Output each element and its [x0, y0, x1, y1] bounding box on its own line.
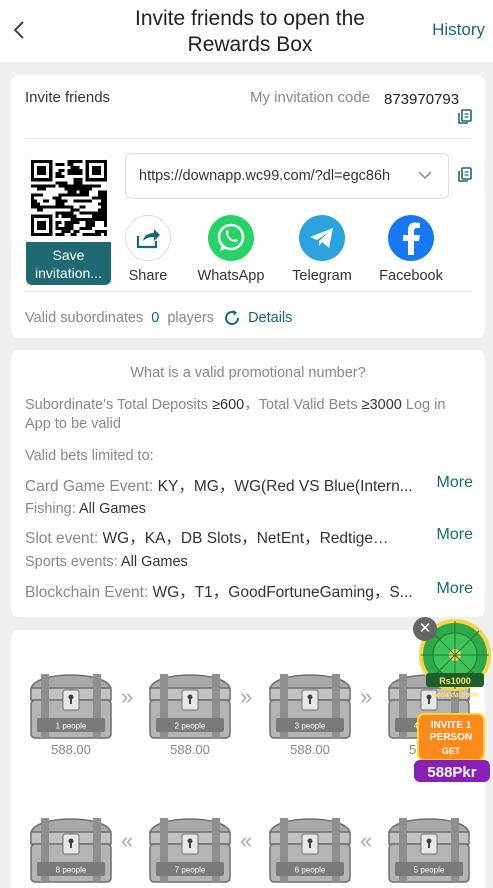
page-title-line1: Invite friends to open the: [135, 7, 365, 30]
reward-chest[interactable]: 6 people: [266, 808, 354, 884]
facebook-label: Facebook: [379, 268, 443, 284]
invite-promo-widget[interactable]: INVITE 1 PERSON GET 588Pkr: [412, 712, 493, 790]
fishing-row: Fishing: All Games: [25, 501, 471, 517]
qr-code: [26, 153, 111, 242]
divider: [25, 291, 471, 292]
divider: [25, 138, 471, 139]
valid-bets-limited-label: Valid bets limited to:: [25, 448, 154, 464]
details-link[interactable]: Details: [248, 310, 292, 326]
svg-text:2 people: 2 people: [175, 722, 206, 731]
svg-text:3 people: 3 people: [295, 722, 326, 731]
slot-row: Slot event: WG，KA，DB Slots，NetEnt，Redtig…: [25, 526, 471, 548]
lucky-wheel-label: Roda da Sorte: [431, 692, 479, 699]
reward-chest[interactable]: 2 people: [146, 664, 234, 740]
valid-subordinates-count: 0: [151, 310, 160, 326]
reward-chest[interactable]: 5 people: [385, 808, 473, 884]
whatsapp-icon: [208, 215, 254, 261]
sports-row: Sports events: All Games: [25, 554, 471, 570]
slot-label: Slot event:: [25, 530, 103, 547]
svg-text:7 people: 7 people: [175, 866, 206, 875]
slot-more-link[interactable]: More: [437, 526, 473, 544]
chevron-left-icon: «: [240, 828, 253, 853]
promo-amount: 588Pkr: [427, 764, 476, 781]
page-title-line2: Rewards Box: [187, 33, 313, 56]
card-game-row: Card Game Event: KY，MG，WG(Red VS Blue(In…: [25, 474, 471, 496]
svg-text:5 people: 5 people: [414, 866, 445, 875]
chevron-right-icon: »: [240, 684, 253, 709]
telegram-label: Telegram: [292, 268, 352, 284]
reward-chest[interactable]: 1 people: [27, 664, 115, 740]
fishing-label: Fishing:: [25, 501, 79, 517]
invite-card: Invite friends My invitation code 873970…: [11, 75, 485, 338]
back-arrow-icon[interactable]: [8, 18, 32, 42]
blockchain-more-link[interactable]: More: [437, 580, 473, 598]
facebook-icon: [388, 215, 434, 261]
facebook-button[interactable]: Facebook: [371, 215, 451, 284]
rules-title: What is a valid promotional number?: [130, 365, 366, 381]
invite-friends-label: Invite friends: [25, 89, 111, 106]
slot-value: WG，KA，DB Slots，NetEnt，Redtiger，B...: [102, 530, 393, 547]
invite-promo-banner: INVITE 1 PERSON GET 588Pkr: [414, 713, 490, 782]
page-title: Invite friends to open the Rewards Box: [100, 6, 400, 58]
chevron-left-icon: «: [121, 828, 134, 853]
history-link[interactable]: History: [432, 20, 485, 40]
share-label: Share: [128, 268, 168, 284]
whatsapp-label: WhatsApp: [197, 268, 265, 284]
rule-bets-value: ≥3000: [361, 397, 402, 413]
chevron-down-icon: [418, 171, 432, 180]
whatsapp-button[interactable]: WhatsApp: [191, 215, 271, 284]
telegram-button[interactable]: Telegram: [282, 215, 362, 284]
refresh-icon[interactable]: [222, 308, 242, 328]
invitation-code-label: My invitation code: [250, 89, 371, 106]
svg-text:6 people: 6 people: [295, 866, 326, 875]
blockchain-row: Blockchain Event: WG，T1，GoodFortuneGamin…: [25, 580, 471, 602]
sports-value: All Games: [120, 554, 188, 570]
reward-chest[interactable]: 7 people: [146, 808, 234, 884]
copy-link-icon[interactable]: [457, 167, 473, 183]
card-game-label: Card Game Event:: [25, 478, 158, 495]
chevron-right-icon: »: [360, 684, 373, 709]
svg-text:1 people: 1 people: [56, 722, 87, 731]
promo-line1: INVITE 1: [431, 720, 472, 731]
lucky-wheel-amount: Rs1000: [439, 676, 471, 686]
telegram-icon: [299, 215, 345, 261]
invite-link-text: https://downapp.wc99.com/?dl=egc86h: [139, 168, 391, 184]
promo-line2: PERSON: [430, 732, 472, 743]
card-game-value: KY，MG，WG(Red VS Blue(Intern...: [157, 478, 413, 495]
svg-text:8 people: 8 people: [56, 866, 87, 875]
reward-chest[interactable]: 3 people: [266, 664, 354, 740]
rules-text: Subordinate's Total Deposits ≥600，Total …: [25, 396, 471, 434]
blockchain-value: WG，T1，GoodFortuneGaming，S...: [152, 584, 413, 601]
reward-chest-value: 588.00: [290, 742, 330, 757]
close-icon[interactable]: ✕: [413, 617, 437, 641]
invite-link-select[interactable]: https://downapp.wc99.com/?dl=egc86h: [125, 153, 449, 199]
rules-card: What is a valid promotional number? Subo…: [11, 350, 485, 617]
valid-subordinates-row: Valid subordinates 0 players Details: [25, 308, 292, 328]
card-game-more-link[interactable]: More: [437, 474, 473, 492]
share-button[interactable]: Share: [108, 215, 188, 284]
qr-code-image: [30, 159, 107, 236]
rule-deposit-label: Subordinate's Total Deposits: [25, 397, 213, 413]
save-invitation-line2: invitation...: [35, 265, 102, 281]
rule-bets-label: ，Total Valid Bets: [244, 397, 362, 413]
valid-subordinates-label: Valid subordinates: [25, 310, 144, 326]
chevron-right-icon: »: [121, 684, 134, 709]
reward-chest[interactable]: 8 people: [27, 808, 115, 884]
copy-code-icon[interactable]: [457, 109, 473, 125]
qr-panel: Save invitation...: [26, 153, 111, 285]
invitation-code-value: 873970793: [384, 91, 460, 108]
save-invitation-line1: Save: [52, 247, 85, 263]
promo-line3: GET: [442, 746, 461, 756]
header-bar: Invite friends to open the Rewards Box H…: [0, 0, 493, 62]
sports-label: Sports events:: [25, 554, 121, 570]
share-icon: [125, 215, 171, 261]
chevron-left-icon: «: [360, 828, 373, 853]
valid-subordinates-unit: players: [167, 310, 215, 326]
fishing-value: All Games: [79, 501, 146, 517]
reward-chest-value: 588.00: [51, 742, 91, 757]
save-invitation-button[interactable]: Save invitation...: [26, 242, 111, 285]
rule-deposit-value: ≥600: [212, 397, 245, 413]
blockchain-label: Blockchain Event:: [25, 584, 153, 601]
reward-chest-value: 588.00: [170, 742, 210, 757]
